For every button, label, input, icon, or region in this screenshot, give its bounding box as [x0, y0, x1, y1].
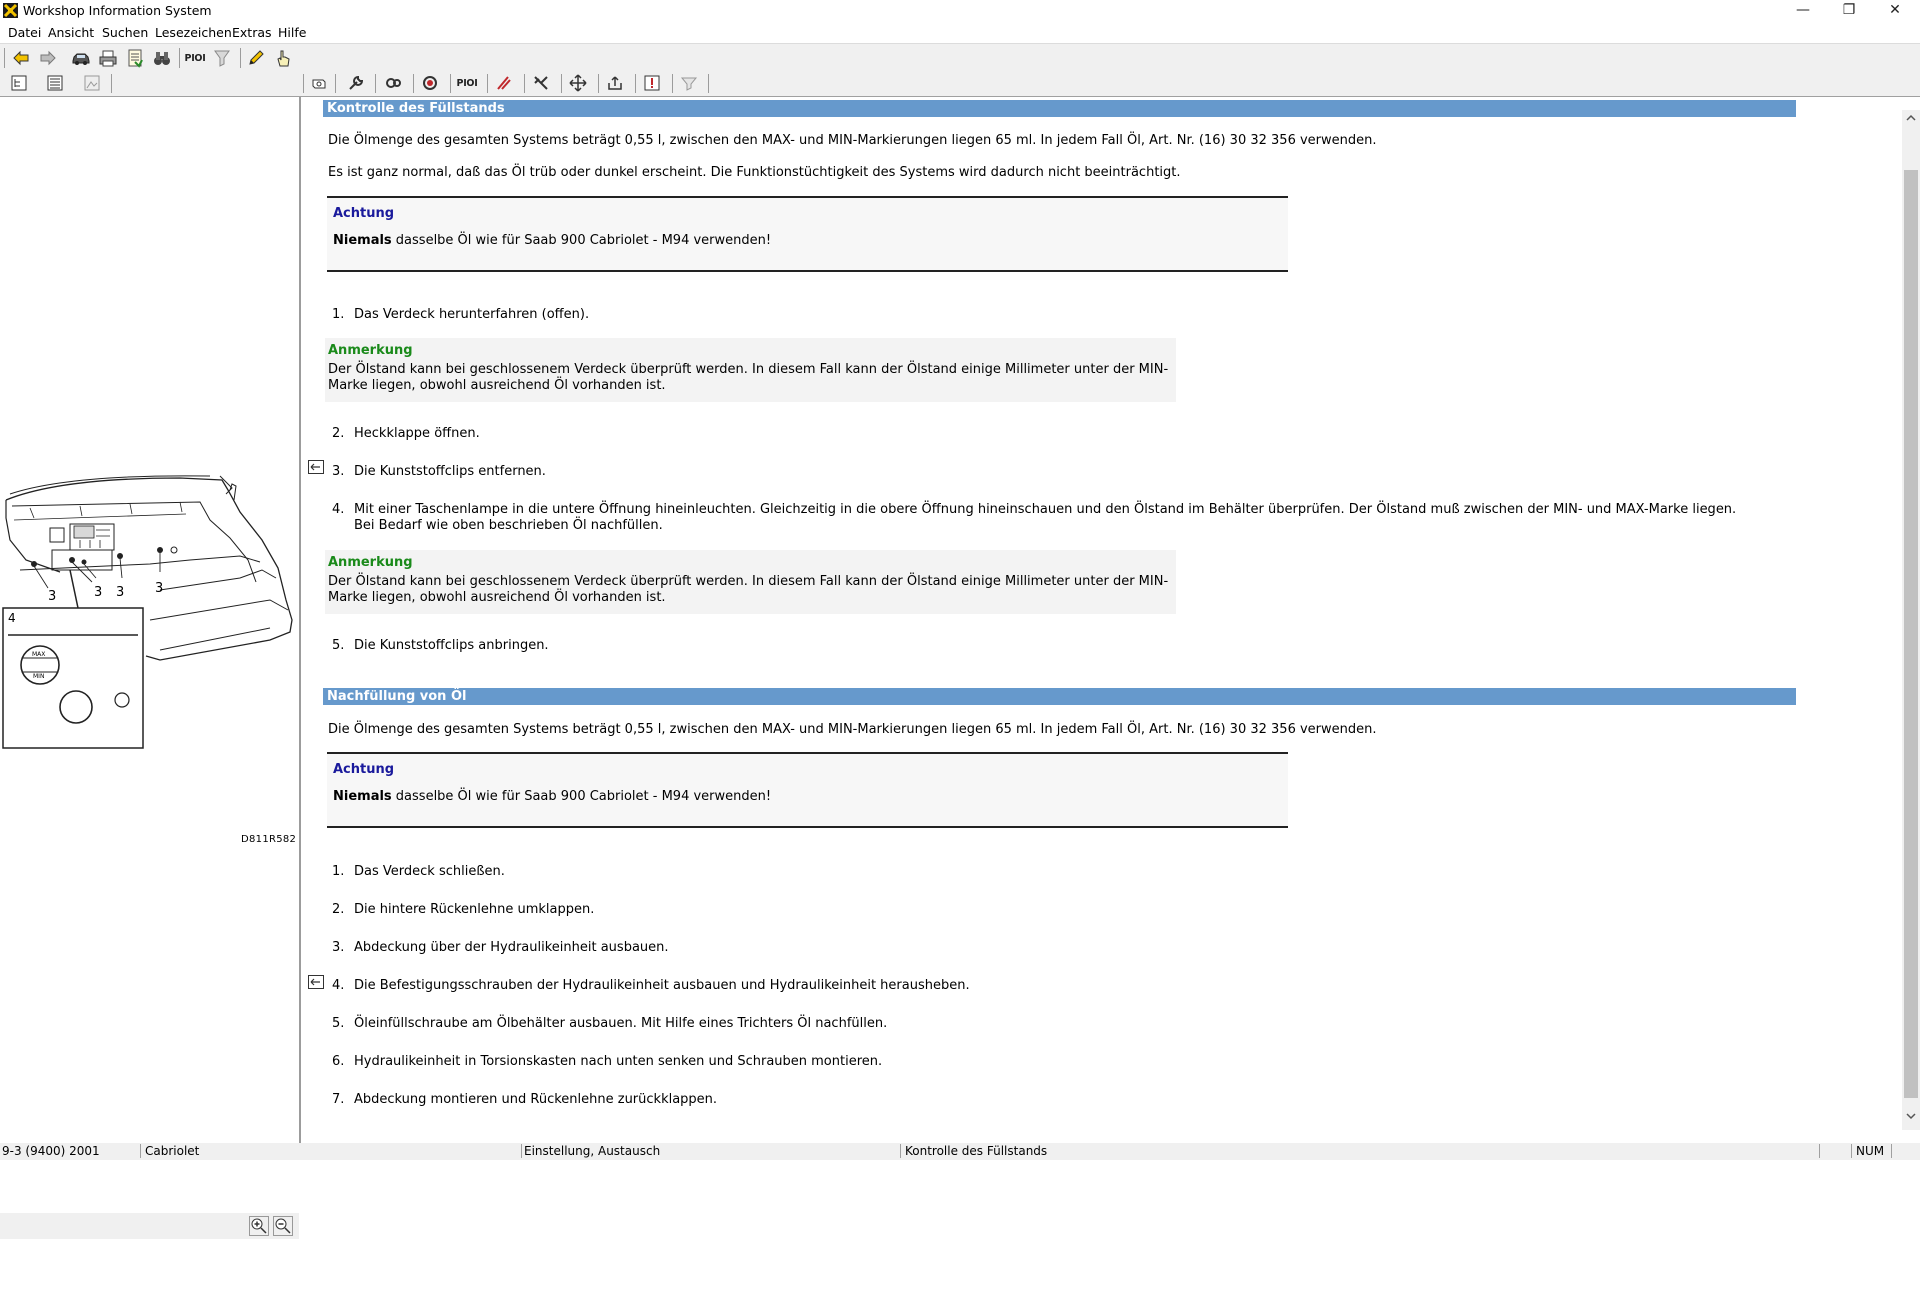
illustration-caption: D811R582 — [241, 834, 297, 845]
reference-link-icon[interactable] — [308, 460, 324, 474]
title-bar: Workshop Information System — ❐ ✕ — [0, 0, 1920, 22]
section-header: Nachfüllung von Öl — [323, 688, 1796, 705]
document-content: Kontrolle des Füllstands Die Ölmenge des… — [303, 97, 1900, 1143]
status-num: NUM — [1854, 1144, 1892, 1158]
scroll-up-icon[interactable] — [1905, 112, 1917, 124]
pencil-icon[interactable] — [243, 46, 269, 70]
list-item: 7. Abdeckung montieren und Rückenlehne zu… — [332, 1092, 718, 1107]
menu-ansicht[interactable]: Ansicht — [48, 25, 94, 40]
status-indicator — [1822, 1144, 1852, 1158]
status-category: Einstellung, Austausch — [522, 1144, 901, 1158]
warning-text: Niemals dasselbe Öl wie für Saab 900 Cab… — [333, 789, 772, 804]
zoom-in-icon[interactable] — [249, 1216, 269, 1236]
vertical-scrollbar[interactable] — [1902, 110, 1920, 1130]
warning-title: Achtung — [333, 206, 395, 221]
clip-label: 3 — [48, 589, 56, 604]
note-title: Anmerkung — [328, 555, 413, 570]
menu-hilfe[interactable]: Hilfe — [278, 25, 306, 40]
brake-icon[interactable] — [417, 71, 443, 95]
binoculars-icon[interactable] — [149, 46, 175, 70]
menu-lesezeichen[interactable]: Lesezeichen — [155, 25, 232, 40]
warning-title: Achtung — [333, 762, 395, 777]
tree-view-icon[interactable] — [6, 71, 32, 95]
note-text: Der Ölstand kann bei geschlossenem Verde… — [328, 362, 1169, 393]
status-model: 9-3 (9400) 2001 — [0, 1144, 141, 1158]
pio-icon[interactable]: PIOI — [454, 71, 480, 95]
list-item: 1. Das Verdeck schließen. — [332, 864, 505, 879]
warning-box: Achtung Niemals dasselbe Öl wie für Saab… — [327, 752, 1288, 828]
zoom-bar — [0, 1213, 299, 1239]
paragraph: Es ist ganz normal, daß das Öl trüb oder… — [328, 165, 1181, 180]
menu-bar: Datei Ansicht Suchen Lesezeichen Extras … — [0, 22, 1920, 42]
warning-icon[interactable] — [639, 71, 665, 95]
pointer-hand-icon[interactable] — [270, 46, 296, 70]
gauge-max-label: MAX — [32, 651, 45, 658]
callout-number: 4 — [8, 611, 16, 625]
illustration-pane: 3 3 3 3 4 MAX MIN D811R582 — [0, 97, 301, 1239]
pio-label: PIOI — [184, 52, 206, 64]
list-item: 3. Die Kunststoffclips entfernen. — [332, 464, 546, 479]
export-icon[interactable] — [602, 71, 628, 95]
scroll-down-icon[interactable] — [1905, 1110, 1917, 1122]
move-icon[interactable] — [565, 71, 591, 95]
status-body: Cabriolet — [143, 1144, 522, 1158]
note-text: Der Ölstand kann bei geschlossenem Verde… — [328, 574, 1169, 605]
status-topic: Kontrolle des Füllstands — [903, 1144, 1820, 1158]
wrench-icon[interactable] — [343, 71, 369, 95]
clip-label: 3 — [155, 581, 163, 596]
main-toolbar: PIOI — [0, 43, 1920, 72]
status-bar: 9-3 (9400) 2001 Cabriolet Einstellung, A… — [0, 1143, 1920, 1160]
gauge-min-label: MIN — [33, 673, 44, 680]
note-box: Anmerkung Der Ölstand kann bei geschloss… — [325, 550, 1176, 614]
list-item: 6. Hydraulikeinheit in Torsionskasten nac… — [332, 1054, 883, 1069]
list-item: 2. Heckklappe öffnen. — [332, 426, 480, 441]
clip-label: 3 — [94, 585, 102, 600]
menu-extras[interactable]: Extras — [232, 25, 272, 40]
note-box: Anmerkung Der Ölstand kann bei geschloss… — [325, 338, 1176, 402]
window-title: Workshop Information System — [23, 3, 212, 18]
minimize-button[interactable]: — — [1780, 0, 1826, 22]
list-item: 4. Mit einer Taschenlampe in die untere Ö… — [332, 502, 1737, 533]
image-view-icon[interactable] — [79, 71, 105, 95]
restore-button[interactable]: ❐ — [1826, 0, 1872, 22]
list-item: 5. Öleinfüllschraube am Ölbehälter ausbau… — [332, 1016, 888, 1031]
pio-label: PIOI — [456, 77, 478, 89]
tools-icon[interactable] — [528, 71, 554, 95]
diagnostic-icon[interactable] — [491, 71, 517, 95]
paragraph: Die Ölmenge des gesamten Systems beträgt… — [328, 722, 1377, 737]
document-list-icon[interactable] — [122, 46, 148, 70]
note-title: Anmerkung — [328, 343, 413, 358]
list-item: 2. Die hintere Rückenlehne umklappen. — [332, 902, 595, 917]
filter-icon[interactable] — [209, 46, 235, 70]
pio-icon[interactable]: PIOI — [182, 46, 208, 70]
clip-label: 3 — [116, 585, 124, 600]
app-icon — [3, 3, 18, 18]
filter-icon[interactable] — [676, 71, 702, 95]
warning-box: Achtung Niemals dasselbe Öl wie für Saab… — [327, 196, 1288, 272]
list-view-icon[interactable] — [42, 71, 68, 95]
car-icon[interactable] — [68, 46, 94, 70]
warning-text: Niemals dasselbe Öl wie für Saab 900 Cab… — [333, 233, 772, 248]
engine-icon[interactable] — [306, 71, 332, 95]
close-button[interactable]: ✕ — [1872, 0, 1918, 22]
paragraph: Die Ölmenge des gesamten Systems beträgt… — [328, 133, 1377, 148]
menu-datei[interactable]: Datei — [8, 25, 41, 40]
back-arrow-icon[interactable] — [8, 46, 34, 70]
forward-arrow-icon[interactable] — [35, 46, 61, 70]
printer-icon[interactable] — [95, 46, 121, 70]
view-toolbar: PIOI — [0, 71, 1920, 97]
zoom-out-icon[interactable] — [273, 1216, 293, 1236]
section-header: Kontrolle des Füllstands — [323, 100, 1796, 117]
list-item: 5. Die Kunststoffclips anbringen. — [332, 638, 549, 653]
scroll-thumb[interactable] — [1904, 170, 1918, 1098]
list-item: 3. Abdeckung über der Hydraulikeinheit au… — [332, 940, 669, 955]
reference-link-icon[interactable] — [308, 975, 324, 989]
gears-icon[interactable] — [380, 71, 406, 95]
list-item: 1. Das Verdeck herunterfahren (offen). — [332, 307, 590, 322]
list-item: 4. Die Befestigungsschrauben der Hydrauli… — [332, 978, 970, 993]
trunk-illustration: 3 3 3 3 4 MAX MIN — [2, 475, 293, 749]
menu-suchen[interactable]: Suchen — [102, 25, 148, 40]
